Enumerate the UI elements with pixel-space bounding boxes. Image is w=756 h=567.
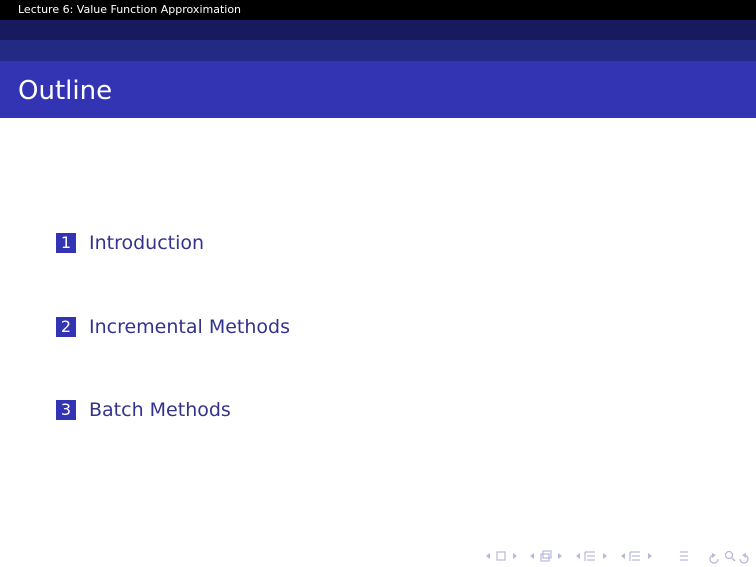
- nav-subsection-next-icon[interactable]: [558, 553, 562, 559]
- toc-item-batch-methods[interactable]: 3 Batch Methods: [56, 398, 231, 422]
- nav-frame-next-icon[interactable]: [513, 553, 517, 559]
- nav-frame-prev-icon[interactable]: [486, 553, 490, 559]
- nav-search-icon[interactable]: [724, 550, 736, 562]
- beamer-navigation-symbols: [484, 548, 750, 564]
- nav-subsection-icon[interactable]: [540, 550, 552, 562]
- header-band-mid: [0, 40, 756, 61]
- nav-section-next-icon[interactable]: [603, 553, 607, 559]
- nav-section-icon[interactable]: [584, 551, 595, 561]
- toc-label: Introduction: [89, 232, 205, 254]
- toc-number: 2: [56, 317, 76, 337]
- frame-title-bar: Outline: [0, 61, 756, 118]
- header-band-dark: [0, 20, 756, 40]
- toc-item-introduction[interactable]: 1 Introduction: [56, 231, 204, 255]
- toc-label: Incremental Methods: [89, 316, 290, 338]
- nav-forward-icon[interactable]: [739, 553, 749, 564]
- header-bar: Lecture 6: Value Function Approximation: [0, 0, 756, 20]
- nav-doc-next-icon[interactable]: [648, 553, 652, 559]
- nav-section-prev-icon[interactable]: [576, 553, 580, 559]
- toc-label: Batch Methods: [89, 399, 231, 421]
- lecture-title: Lecture 6: Value Function Approximation: [18, 3, 242, 16]
- toc-number: 3: [56, 400, 76, 420]
- nav-back-icon[interactable]: [709, 553, 719, 564]
- toc-number: 1: [56, 233, 76, 253]
- nav-appendix-icon[interactable]: [680, 551, 688, 561]
- nav-frame-icon[interactable]: [496, 551, 506, 561]
- nav-doc-icon[interactable]: [629, 551, 640, 561]
- nav-doc-prev-icon[interactable]: [621, 553, 625, 559]
- frame-title: Outline: [18, 76, 113, 106]
- nav-subsection-prev-icon[interactable]: [530, 553, 534, 559]
- toc-item-incremental-methods[interactable]: 2 Incremental Methods: [56, 315, 290, 339]
